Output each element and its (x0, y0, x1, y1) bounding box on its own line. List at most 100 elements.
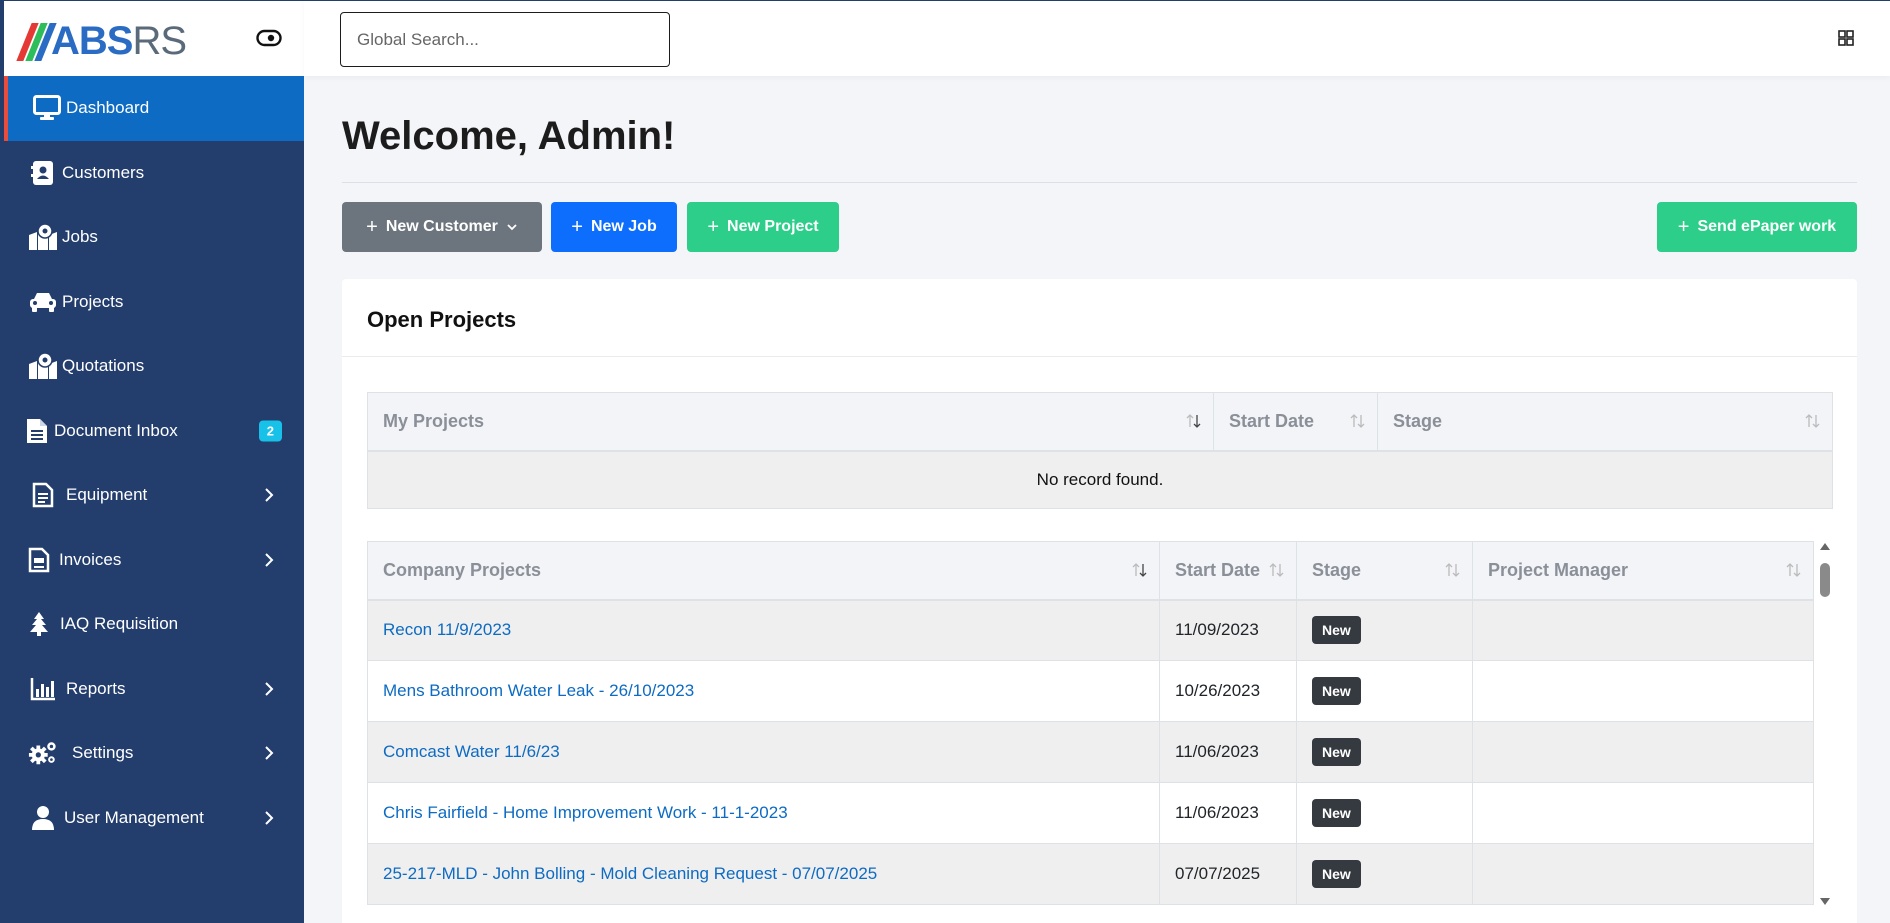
start-date-cell: 07/07/2025 (1159, 843, 1297, 905)
sidebar-item-settings[interactable]: Settings (4, 721, 304, 786)
project-manager-cell (1472, 843, 1814, 905)
logo-text-light: RS (132, 19, 187, 63)
project-manager-cell (1472, 599, 1814, 661)
project-link[interactable]: 25-217-MLD - John Bolling - Mold Cleanin… (383, 864, 877, 883)
project-link[interactable]: Recon 11/9/2023 (383, 620, 511, 639)
stage-cell: New (1296, 782, 1473, 844)
logo-stripes (16, 22, 57, 61)
project-name-cell: Recon 11/9/2023 (367, 599, 1160, 661)
column-header-stage[interactable]: Stage (1377, 392, 1833, 452)
table-scrollbar[interactable] (1817, 541, 1833, 907)
new-customer-button[interactable]: + New Customer (342, 202, 542, 252)
sidebar-item-document-inbox[interactable]: Document Inbox 2 (4, 399, 304, 464)
sidebar-toggle-icon[interactable] (256, 29, 282, 47)
sort-icon[interactable] (1444, 561, 1462, 579)
column-header-start-date[interactable]: Start Date (1159, 541, 1297, 601)
sidebar-item-label: Settings (72, 743, 134, 763)
sort-icon[interactable] (1268, 561, 1286, 579)
sidebar-item-projects[interactable]: Projects (4, 270, 304, 335)
sidebar-item-user-management[interactable]: User Management (4, 786, 304, 851)
sidebar-item-customers[interactable]: Customers (4, 141, 304, 206)
stage-cell: New (1296, 660, 1473, 722)
page-title: Welcome, Admin! (342, 114, 676, 158)
plus-icon: + (571, 216, 583, 238)
sidebar-item-dashboard[interactable]: Dashboard (4, 76, 304, 141)
unread-count-badge: 2 (258, 420, 282, 442)
company-projects-table: Company Projects Start Date Stage Projec… (367, 541, 1814, 905)
sort-icon[interactable] (1131, 561, 1149, 579)
sort-icon[interactable] (1185, 412, 1203, 430)
scroll-up-arrow-icon[interactable] (1819, 541, 1831, 551)
project-manager-cell (1472, 782, 1814, 844)
send-epaper-label: Send ePaper work (1697, 218, 1837, 235)
column-header-label: Start Date (1175, 559, 1261, 580)
sidebar-item-invoices[interactable]: Invoices (4, 528, 304, 593)
stage-cell: New (1296, 721, 1473, 783)
scrollbar-thumb[interactable] (1820, 563, 1830, 597)
project-manager-cell (1472, 660, 1814, 722)
new-customer-label: New Customer (385, 218, 498, 235)
project-link[interactable]: Comcast Water 11/6/23 (383, 742, 560, 761)
global-search-input[interactable] (340, 12, 670, 67)
logo[interactable]: ABS RS (16, 19, 187, 64)
sidebar-item-quotations[interactable]: Quotations (4, 334, 304, 399)
sidebar-nav: Dashboard Customers Jobs Projects Quotat… (4, 76, 304, 850)
new-project-label: New Project (727, 218, 819, 235)
stage-cell: New (1296, 843, 1473, 905)
column-header-project-manager[interactable]: Project Manager (1472, 541, 1814, 601)
stage-badge: New (1312, 860, 1361, 888)
column-header-label: My Projects (383, 410, 485, 431)
column-header-label: Start Date (1229, 410, 1315, 431)
project-link[interactable]: Mens Bathroom Water Leak - 26/10/2023 (383, 681, 694, 700)
sidebar-item-label: Customers (62, 162, 145, 182)
sidebar-item-label: IAQ Requisition (60, 614, 179, 634)
column-header-stage[interactable]: Stage (1296, 541, 1473, 601)
stage-badge: New (1312, 677, 1361, 705)
project-link[interactable]: Chris Fairfield - Home Improvement Work … (383, 803, 788, 822)
sidebar-header: ABS RS (0, 0, 304, 76)
sidebar-item-iaq-requisition[interactable]: IAQ Requisition (4, 592, 304, 657)
monitor-icon (32, 93, 62, 123)
bar-chart-icon (28, 674, 58, 704)
table-row: Recon 11/9/2023 11/09/2023 New (367, 599, 1814, 661)
send-epaper-button[interactable]: + Send ePaper work (1657, 202, 1857, 252)
stage-badge: New (1312, 616, 1361, 645)
user-icon (28, 803, 58, 833)
sort-icon[interactable] (1785, 561, 1803, 579)
column-header-company-projects[interactable]: Company Projects (367, 541, 1160, 601)
sidebar-item-label: Quotations (62, 356, 145, 376)
new-project-button[interactable]: + New Project (687, 202, 839, 252)
start-date-cell: 10/26/2023 (1159, 660, 1297, 722)
project-name-cell: Comcast Water 11/6/23 (367, 721, 1160, 783)
column-header-start-date[interactable]: Start Date (1213, 392, 1378, 452)
open-projects-card: Open Projects My Projects Start Date Sta… (342, 279, 1857, 923)
column-header-label: Company Projects (383, 559, 542, 580)
column-header-my-projects[interactable]: My Projects (367, 392, 1214, 452)
chevron-right-icon (265, 682, 274, 696)
new-job-button[interactable]: + New Job (551, 202, 677, 252)
scroll-down-arrow-icon[interactable] (1819, 897, 1831, 907)
document-icon (22, 416, 52, 446)
sidebar-item-label: Equipment (66, 485, 148, 505)
sidebar-item-label: User Management (64, 807, 204, 827)
invoice-icon (24, 545, 54, 575)
sidebar-item-label: Document Inbox (54, 420, 178, 440)
sidebar-item-jobs[interactable]: Jobs (4, 205, 304, 270)
car-icon (28, 287, 58, 317)
card-title: Open Projects (367, 307, 517, 332)
sidebar: ABS RS Dashboard Customers Jobs Projects… (0, 0, 304, 923)
map-marker-icon (28, 351, 58, 381)
chevron-right-icon (265, 488, 274, 502)
stage-badge: New (1312, 738, 1361, 766)
sidebar-item-label: Jobs (62, 227, 98, 247)
table-row: Mens Bathroom Water Leak - 26/10/2023 10… (367, 660, 1814, 722)
plus-icon: + (707, 216, 720, 238)
sort-icon[interactable] (1349, 412, 1367, 430)
sidebar-item-reports[interactable]: Reports (4, 657, 304, 722)
chevron-down-icon (507, 224, 517, 231)
sidebar-item-label: Invoices (59, 549, 122, 569)
sort-icon[interactable] (1804, 412, 1822, 430)
apps-grid-icon[interactable] (1838, 30, 1854, 46)
sidebar-item-equipment[interactable]: Equipment (4, 463, 304, 528)
sidebar-item-label: Dashboard (66, 98, 150, 118)
